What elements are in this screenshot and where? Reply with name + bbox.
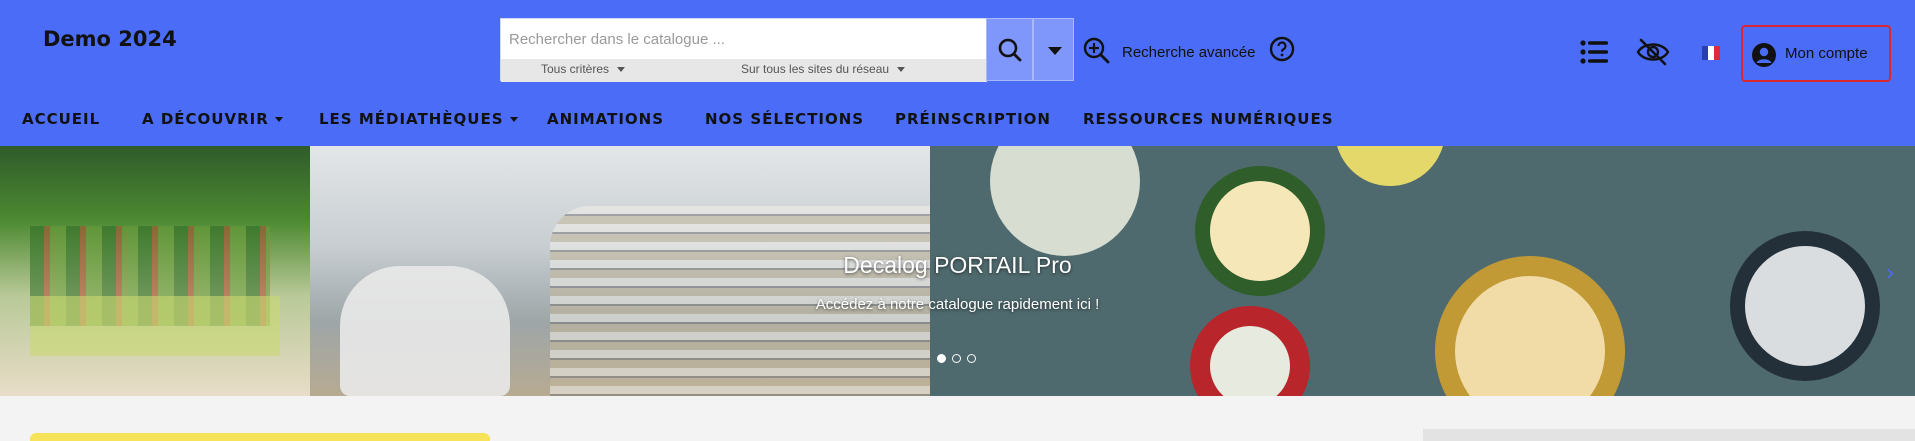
flag-fr-icon[interactable] bbox=[1702, 46, 1720, 60]
caret-down-icon bbox=[274, 117, 283, 122]
nav-item-ressources[interactable]: RESSOURCES NUMÉRIQUES bbox=[1083, 110, 1334, 128]
advanced-search-label: Recherche avancée bbox=[1122, 44, 1256, 61]
zoom-in-icon bbox=[1083, 37, 1110, 64]
search-options-button[interactable] bbox=[1033, 18, 1074, 81]
main-nav: ACCUEIL A DÉCOUVRIR LES MÉDIATHÈQUES ANI… bbox=[0, 96, 1915, 146]
carousel-dot-2[interactable] bbox=[952, 354, 961, 363]
nav-item-label: NOS SÉLECTIONS bbox=[705, 110, 865, 128]
eye-off-icon[interactable] bbox=[1636, 37, 1670, 67]
nav-item-label: PRÉINSCRIPTION bbox=[895, 110, 1051, 128]
nav-item-label: ACCUEIL bbox=[22, 110, 101, 128]
carousel-dot-3[interactable] bbox=[967, 354, 976, 363]
nav-item-label: A DÉCOUVRIR bbox=[142, 110, 269, 128]
search-button[interactable] bbox=[986, 18, 1033, 81]
carousel-indicators bbox=[937, 350, 982, 368]
criteria-filter[interactable]: Tous critères bbox=[541, 62, 626, 76]
caret-down-icon bbox=[617, 67, 626, 73]
user-icon bbox=[1752, 43, 1776, 67]
search-input[interactable] bbox=[501, 19, 987, 59]
search-box: Tous critères Sur tous les sites du rése… bbox=[500, 18, 987, 82]
caret-down-icon bbox=[897, 67, 906, 73]
sites-filter-label: Sur tous les sites du réseau bbox=[741, 62, 890, 76]
nav-item-accueil[interactable]: ACCUEIL bbox=[22, 110, 100, 128]
header: Demo 2024 Tous critères Sur tous les sit… bbox=[0, 0, 1915, 146]
sites-filter[interactable]: Sur tous les sites du réseau bbox=[741, 62, 906, 76]
account-label: Mon compte bbox=[1785, 45, 1868, 62]
nav-item-label: ANIMATIONS bbox=[547, 110, 665, 128]
search-filters: Tous critères Sur tous les sites du rése… bbox=[501, 59, 987, 82]
site-title[interactable]: Demo 2024 bbox=[43, 27, 177, 51]
search-icon bbox=[998, 38, 1022, 62]
hero-carousel[interactable]: Decalog PORTAIL Pro Accédez à notre cata… bbox=[0, 146, 1915, 396]
chevron-right-icon[interactable]: › bbox=[1886, 261, 1895, 286]
list-icon[interactable] bbox=[1580, 40, 1608, 64]
nav-item-a-decouvrir[interactable]: A DÉCOUVRIR bbox=[142, 110, 283, 128]
search-bar: Tous critères Sur tous les sites du rése… bbox=[500, 18, 1074, 82]
caret-down-icon bbox=[509, 117, 518, 122]
header-top: Demo 2024 Tous critères Sur tous les sit… bbox=[0, 0, 1915, 96]
sidebar-panel-top bbox=[1423, 429, 1915, 441]
nav-item-preinscription[interactable]: PRÉINSCRIPTION bbox=[895, 110, 1051, 128]
account-button[interactable]: Mon compte bbox=[1741, 25, 1891, 82]
hero-subtitle[interactable]: Accédez à notre catalogue rapidement ici… bbox=[0, 296, 1915, 313]
criteria-filter-label: Tous critères bbox=[541, 62, 610, 76]
hero-title: Decalog PORTAIL Pro bbox=[843, 252, 1072, 278]
help-icon[interactable] bbox=[1269, 36, 1295, 62]
nav-item-mediatheques[interactable]: LES MÉDIATHÈQUES bbox=[319, 110, 518, 128]
featured-card-top bbox=[30, 433, 490, 441]
nav-item-animations[interactable]: ANIMATIONS bbox=[547, 110, 664, 128]
nav-item-label: LES MÉDIATHÈQUES bbox=[319, 110, 504, 128]
nav-item-selections[interactable]: NOS SÉLECTIONS bbox=[705, 110, 864, 128]
nav-item-label: RESSOURCES NUMÉRIQUES bbox=[1083, 110, 1334, 128]
carousel-dot-1[interactable] bbox=[937, 354, 946, 363]
chevron-down-icon bbox=[1048, 47, 1062, 55]
